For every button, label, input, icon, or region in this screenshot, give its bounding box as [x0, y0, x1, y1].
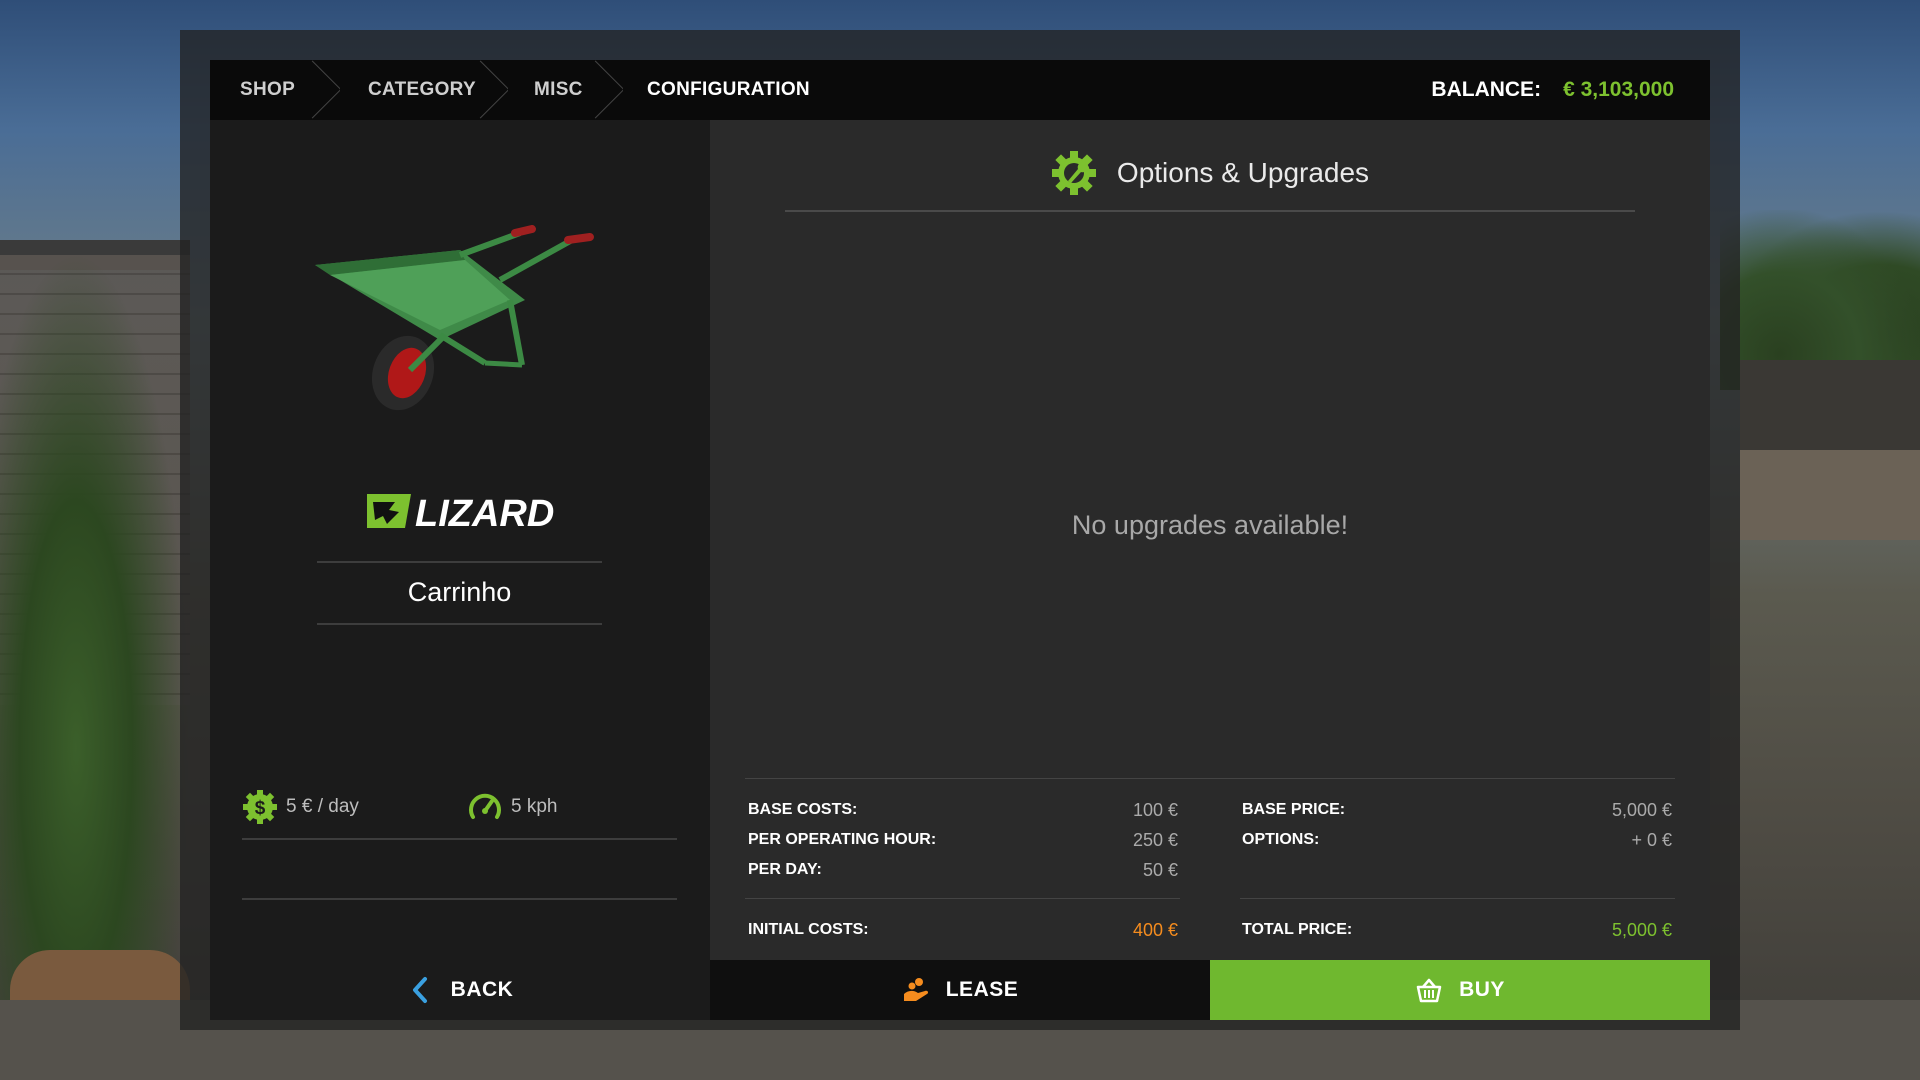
breadcrumb-shop[interactable]: SHOP — [210, 60, 328, 120]
lease-cost-row: PER DAY: 50 € — [748, 857, 1178, 883]
divider — [745, 898, 1180, 899]
shopping-basket-icon — [1416, 978, 1442, 1003]
wrench-gear-icon — [1051, 151, 1096, 195]
options-header: Options & Upgrades — [710, 148, 1710, 198]
maintenance-cost-stat: $ 5 € / day — [242, 787, 359, 827]
vehicle-image — [315, 225, 594, 411]
divider — [242, 838, 677, 840]
breadcrumb-configuration[interactable]: CONFIGURATION — [611, 60, 810, 120]
lease-cost-row: BASE COSTS: 100 € — [748, 797, 1178, 823]
breadcrumb-label: MISC — [534, 79, 583, 100]
background-gravel — [1740, 450, 1920, 540]
breadcrumb-label: CATEGORY — [368, 79, 476, 100]
top-bar: SHOP CATEGORY MISC CONFIGURATION BALANCE… — [210, 60, 1710, 120]
total-price-label: TOTAL PRICE: — [1242, 921, 1353, 938]
cost-value: 50 € — [1142, 859, 1178, 880]
divider — [785, 210, 1635, 212]
cost-value: + 0 € — [1631, 829, 1672, 850]
cost-label: BASE PRICE: — [1242, 801, 1346, 818]
initial-costs-label: INITIAL COSTS: — [748, 921, 869, 938]
brand-logo-text: LIZARD — [415, 493, 554, 534]
chevron-left-icon — [412, 977, 427, 1003]
cost-value: 100 € — [1132, 799, 1178, 820]
cost-value: 250 € — [1132, 829, 1178, 850]
divider — [745, 778, 1675, 779]
speed-stat: 5 kph — [467, 787, 557, 827]
purchase-cost-row: OPTIONS: + 0 € — [1242, 827, 1672, 853]
breadcrumb-misc[interactable]: MISC — [496, 60, 611, 120]
balance-value: € 3,103,000 — [1563, 78, 1674, 101]
buy-button[interactable]: BUY — [1210, 960, 1710, 1020]
speed-value: 5 kph — [511, 796, 558, 817]
breadcrumb-category[interactable]: CATEGORY — [328, 60, 496, 120]
total-price-row: TOTAL PRICE: 5,000 € — [1242, 917, 1672, 943]
svg-text:$: $ — [255, 798, 266, 819]
background-shed — [1740, 360, 1920, 450]
breadcrumb-label: SHOP — [240, 79, 296, 100]
dollar-gear-icon: $ — [243, 790, 277, 824]
balance-label: BALANCE: — [1431, 78, 1542, 101]
divider — [317, 623, 602, 625]
vehicle-name: Carrinho — [407, 577, 512, 607]
purchase-cost-row: BASE PRICE: 5,000 € — [1242, 797, 1672, 823]
balance-display: BALANCE: € 3,103,000 — [1431, 60, 1674, 120]
options-title: Options & Upgrades — [1116, 157, 1370, 188]
brand-logo: LIZARD — [367, 493, 554, 534]
initial-costs-row: INITIAL COSTS: 400 € — [748, 917, 1178, 943]
divider — [1240, 898, 1675, 899]
hand-coins-icon — [903, 978, 928, 1001]
lease-cost-row: PER OPERATING HOUR: 250 € — [748, 827, 1178, 853]
lease-button[interactable]: LEASE — [710, 960, 1210, 1020]
back-button-label: BACK — [450, 978, 514, 1001]
cost-label: PER DAY: — [748, 861, 822, 878]
cost-label: PER OPERATING HOUR: — [748, 831, 937, 848]
cost-label: OPTIONS: — [1242, 831, 1320, 848]
initial-costs-value: 400 € — [1132, 919, 1178, 940]
no-upgrades-message: No upgrades available! — [1071, 510, 1349, 540]
cost-label: BASE COSTS: — [748, 801, 858, 818]
speedometer-icon — [469, 793, 501, 819]
maintenance-cost-value: 5 € / day — [286, 796, 359, 817]
lease-button-label: LEASE — [945, 978, 1019, 1001]
total-price-value: 5,000 € — [1611, 919, 1672, 940]
back-button[interactable]: BACK — [210, 960, 710, 1020]
divider — [317, 561, 602, 563]
cost-value: 5,000 € — [1611, 799, 1672, 820]
breadcrumb-label: CONFIGURATION — [647, 79, 810, 100]
divider — [242, 898, 677, 900]
buy-button-label: BUY — [1459, 978, 1505, 1001]
